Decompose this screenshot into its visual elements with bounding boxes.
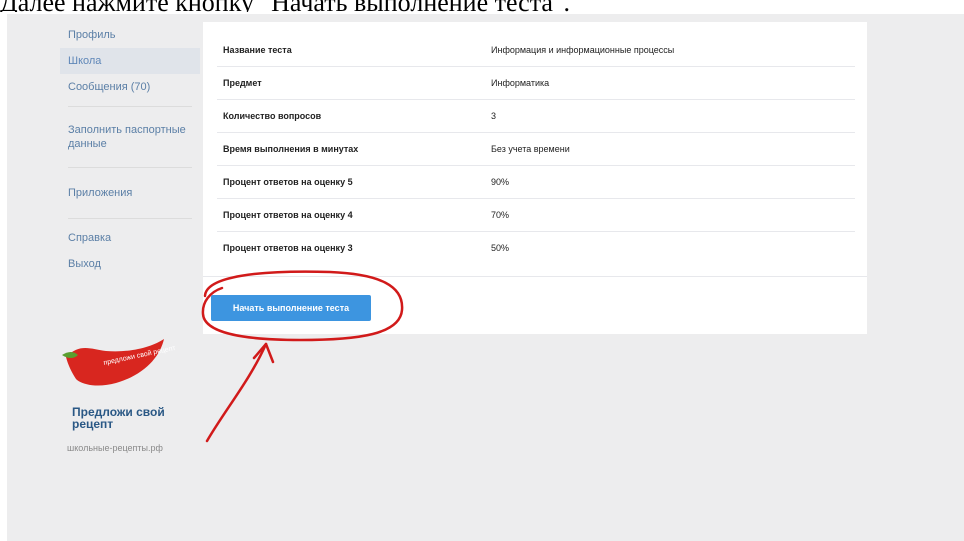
- start-test-button[interactable]: Начать выполнение теста: [211, 295, 371, 321]
- row-value: 90%: [485, 165, 855, 199]
- row-label: Процент ответов на оценку 5: [217, 165, 485, 199]
- row-value: 3: [485, 99, 855, 133]
- table-row: Процент ответов на оценку 4 70%: [217, 198, 855, 232]
- panel-divider: [203, 276, 867, 277]
- chili-promo-image[interactable]: предложи свой рецепт: [60, 335, 180, 395]
- promo-site[interactable]: школьные-рецепты.рф: [67, 443, 163, 453]
- sidebar-divider: [68, 218, 192, 219]
- table-row: Процент ответов на оценку 5 90%: [217, 165, 855, 199]
- sidebar-item-school[interactable]: Школа: [60, 48, 200, 74]
- sidebar-divider: [68, 106, 192, 107]
- row-label: Время выполнения в минутах: [217, 132, 485, 166]
- row-value: 70%: [485, 198, 855, 232]
- test-info-table: Название теста Информация и информационн…: [217, 34, 855, 264]
- sidebar-item-apps[interactable]: Приложения: [60, 174, 200, 212]
- row-label: Предмет: [217, 66, 485, 100]
- table-row: Количество вопросов 3: [217, 99, 855, 133]
- sidebar-item-passport[interactable]: Заполнить паспортные данные: [60, 113, 200, 161]
- row-label: Процент ответов на оценку 3: [223, 243, 353, 253]
- chili-pepper-icon: предложи свой рецепт: [62, 339, 177, 386]
- row-value: Информация и информационные процессы: [485, 34, 855, 67]
- table-row: Время выполнения в минутах Без учета вре…: [217, 132, 855, 166]
- sidebar-item-logout[interactable]: Выход: [60, 251, 200, 277]
- sidebar-item-help[interactable]: Справка: [60, 225, 200, 251]
- sidebar-item-messages[interactable]: Сообщения (70): [60, 74, 200, 100]
- instruction-caption: Далее нажмите кнопку "Начать выполнение …: [0, 0, 964, 12]
- row-label: Процент ответов на оценку 4: [217, 198, 485, 232]
- sidebar-item-profile[interactable]: Профиль: [60, 22, 200, 48]
- promo-title[interactable]: Предложи свой рецепт: [72, 406, 192, 430]
- table-row: Процент ответов на оценку 3 50%: [217, 232, 855, 265]
- row-value: Информатика: [485, 66, 855, 100]
- row-value: 50%: [491, 243, 510, 253]
- row-value: Без учета времени: [485, 132, 855, 166]
- table-row: Название теста Информация и информационн…: [217, 34, 855, 67]
- sidebar-divider: [68, 167, 192, 168]
- row-label: Количество вопросов: [217, 99, 485, 133]
- row-label: Название теста: [217, 34, 485, 67]
- table-row: Предмет Информатика: [217, 66, 855, 100]
- test-info-panel: Название теста Информация и информационн…: [203, 22, 867, 334]
- sidebar: Профиль Школа Сообщения (70) Заполнить п…: [60, 22, 200, 277]
